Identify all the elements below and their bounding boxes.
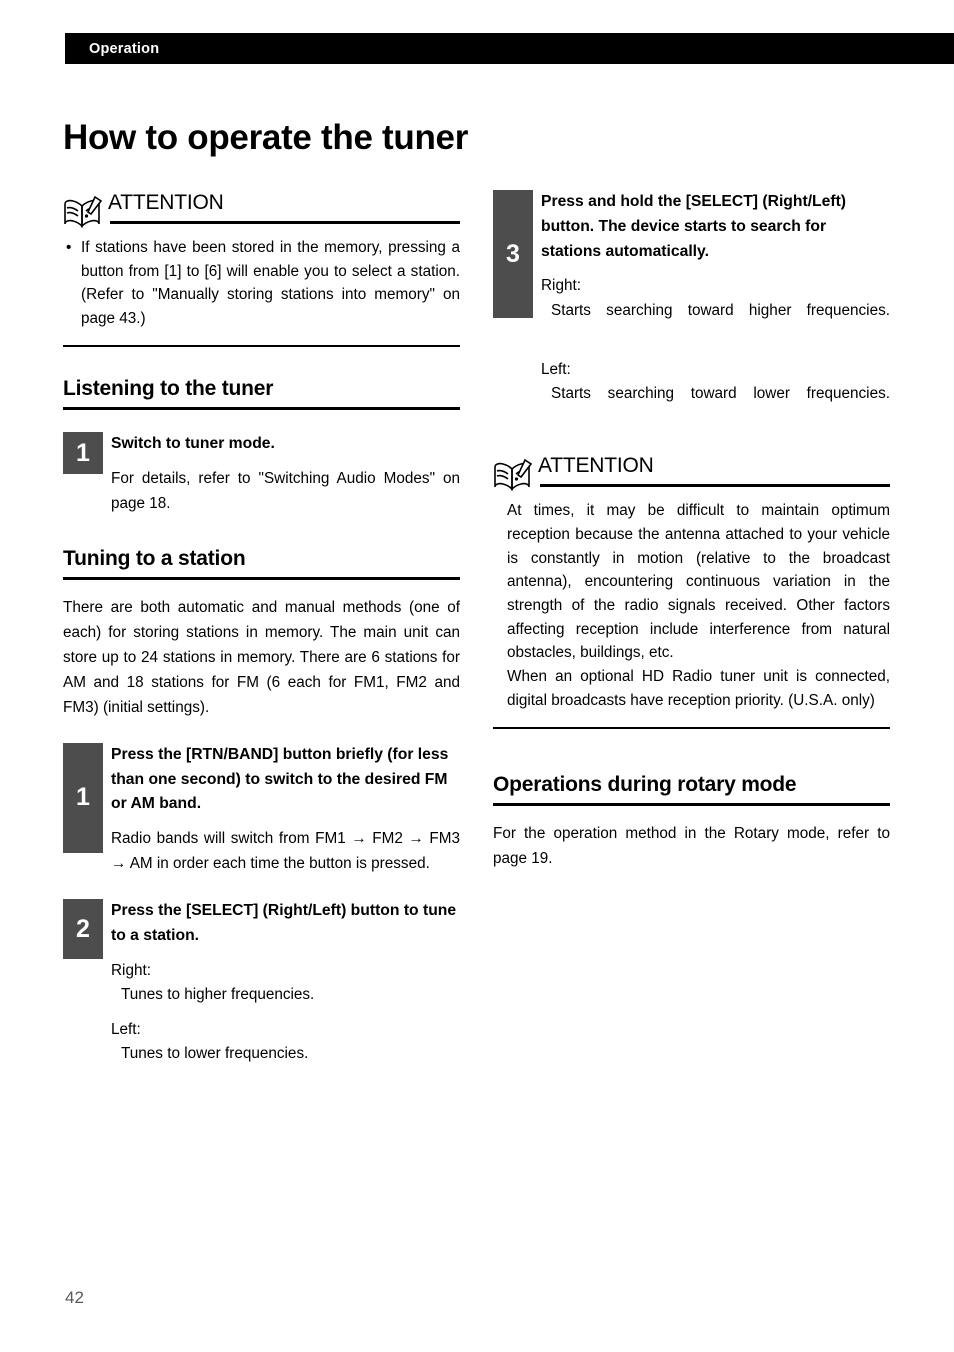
attention-heading-rule <box>110 221 460 224</box>
step-body: Switch to tuner mode. For details, refer… <box>111 432 460 517</box>
attention-body-right: At times, it may be difficult to maintai… <box>493 499 890 712</box>
step-text: For details, refer to "Switching Audio M… <box>111 470 460 513</box>
page-number: 42 <box>65 1288 84 1307</box>
attention-heading: ATTENTION <box>108 191 224 214</box>
step-item: 3 Press and hold the [SELECT] (Right/Lef… <box>493 190 890 431</box>
section-tuning-to-a-station: Tuning to a station There are both autom… <box>63 547 460 1066</box>
step-body: Press the [RTN/BAND] button briefly (for… <box>111 743 460 877</box>
step-number-badge: 2 <box>63 899 103 960</box>
attention-heading: ATTENTION <box>538 454 654 478</box>
section-title-rule <box>63 407 460 411</box>
section-title: Listening to the tuner <box>63 377 274 401</box>
left-column: ATTENTION If stations have been stored i… <box>63 190 460 1067</box>
attention-block-left: ATTENTION If stations have been stored i… <box>63 190 460 348</box>
step-item: 2 Press the [SELECT] (Right/Left) button… <box>63 899 460 1066</box>
direction-label-left: Left: <box>541 360 571 378</box>
attention-paragraph: When an optional HD Radio tuner unit is … <box>507 668 890 709</box>
step-body: Press and hold the [SELECT] (Right/Left)… <box>541 190 890 431</box>
step-title: Press and hold the [SELECT] (Right/Left)… <box>541 193 847 260</box>
direction-value-right: Starts searching toward higher frequenci… <box>551 301 890 319</box>
attention-bottom-rule <box>493 726 890 730</box>
step-body: Press the [SELECT] (Right/Left) button t… <box>111 899 460 1066</box>
direction-value-left: Starts searching toward lower frequencie… <box>551 385 890 403</box>
direction-label-left: Left: <box>111 1020 141 1038</box>
attention-body-left: If stations have been stored in the memo… <box>63 236 460 331</box>
right-column: 3 Press and hold the [SELECT] (Right/Lef… <box>493 190 890 872</box>
section-title: Operations during rotary mode <box>493 773 797 797</box>
step-text: Radio bands will switch from FM1 → FM2 →… <box>111 830 460 873</box>
step-item: 1 Switch to tuner mode. For details, ref… <box>63 432 460 517</box>
page-title: How to operate the tuner <box>63 118 469 158</box>
step-title: Press the [SELECT] (Right/Left) button t… <box>111 902 457 944</box>
running-head-bar: Operation <box>65 33 954 64</box>
step-title: Press the [RTN/BAND] button briefly (for… <box>111 745 449 813</box>
attention-heading-rule <box>540 484 890 487</box>
section-operations-during-rotary-mode: Operations during rotary mode For the op… <box>493 773 890 872</box>
step-number-badge: 1 <box>63 742 103 853</box>
attention-bullet-text: If stations have been stored in the memo… <box>81 239 460 328</box>
direction-value-left: Tunes to lower frequencies. <box>121 1045 309 1063</box>
attention-bullet-item: If stations have been stored in the memo… <box>63 236 460 331</box>
attention-paragraph: At times, it may be difficult to maintai… <box>507 502 890 662</box>
section-paragraph: For the operation method in the Rotary m… <box>493 825 890 868</box>
section-title-rule <box>63 577 460 581</box>
direction-value-right: Tunes to higher frequencies. <box>121 986 315 1004</box>
attention-block-right: ATTENTION At times, it may be difficult … <box>493 453 890 730</box>
section-intro-paragraph: There are both automatic and manual meth… <box>63 599 460 716</box>
section-listening-to-the-tuner: Listening to the tuner 1 Switch to tuner… <box>63 377 460 517</box>
running-head-label: Operation <box>89 40 160 57</box>
direction-label-right: Right: <box>541 277 581 295</box>
attention-bottom-rule <box>63 344 460 348</box>
step-title: Switch to tuner mode. <box>111 435 275 453</box>
attention-header: ATTENTION <box>63 190 460 232</box>
section-title: Tuning to a station <box>63 547 246 571</box>
step-item: 1 Press the [RTN/BAND] button briefly (f… <box>63 742 460 877</box>
step-number-badge: 3 <box>493 190 533 318</box>
step-number-badge: 1 <box>63 432 103 475</box>
direction-label-right: Right: <box>111 961 151 979</box>
attention-header: ATTENTION <box>493 453 890 495</box>
section-title-rule <box>493 803 890 807</box>
